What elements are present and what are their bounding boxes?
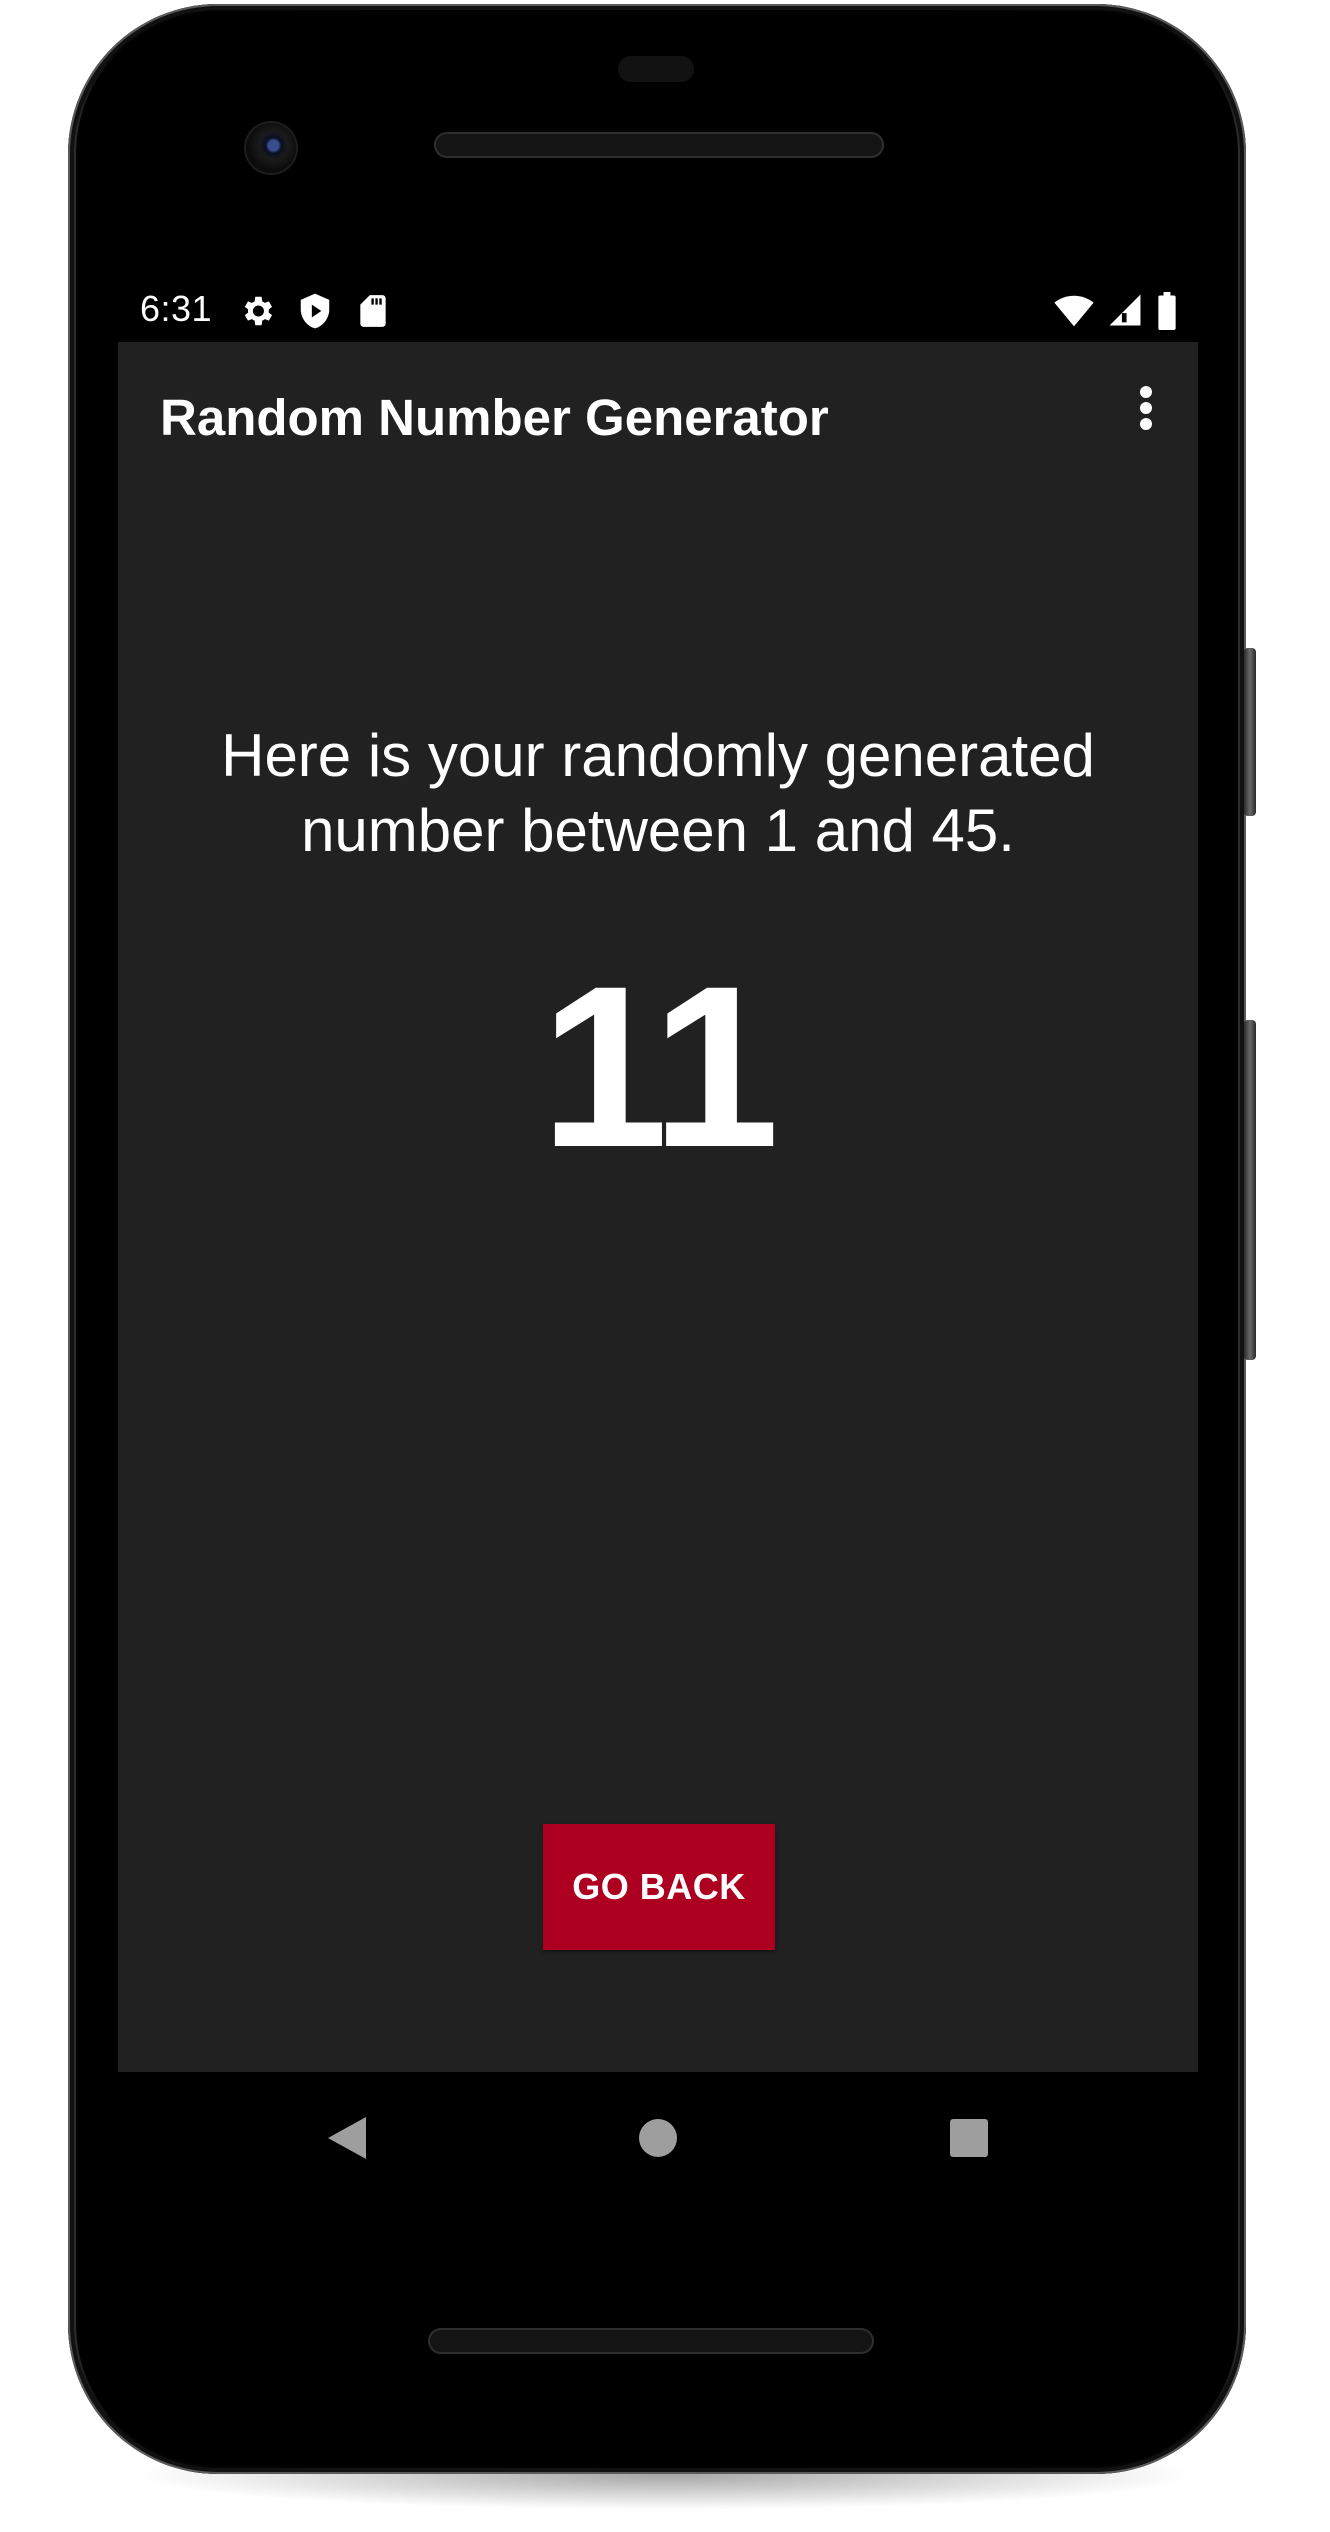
proximity-sensor: [618, 56, 694, 82]
power-button: [1244, 648, 1256, 816]
recents-square-icon: [949, 2118, 989, 2163]
status-time: 6:31: [140, 288, 213, 329]
cell-signal-icon: [1108, 292, 1142, 330]
bottom-speaker-grille: [428, 2328, 874, 2354]
sd-card-icon: [354, 292, 392, 330]
nav-recents-button[interactable]: [941, 2112, 997, 2168]
volume-rocker: [1244, 1020, 1256, 1360]
nav-back-button[interactable]: [319, 2112, 375, 2168]
app-title: Random Number Generator: [160, 389, 829, 446]
shield-icon: [296, 292, 334, 330]
go-back-button[interactable]: GO BACK: [543, 1824, 775, 1950]
system-nav-bar: [118, 2072, 1198, 2202]
status-icons-left: [238, 292, 392, 330]
settings-gear-icon: [238, 292, 276, 330]
back-triangle-icon: [328, 2116, 366, 2164]
status-bar: 6:31: [118, 282, 1198, 340]
overflow-menu-button[interactable]: [1116, 380, 1176, 440]
front-camera: [246, 123, 296, 173]
app-screen: Random Number Generator Here is your ran…: [118, 342, 1198, 2072]
more-vert-icon: [1139, 385, 1153, 436]
home-circle-icon: [638, 2118, 678, 2163]
result-message: Here is your randomly generated number b…: [221, 722, 1095, 864]
random-number-display: 11: [540, 938, 779, 1195]
app-bar: Random Number Generator: [118, 342, 1198, 490]
wifi-icon: [1054, 292, 1094, 330]
status-icons-right: [1054, 292, 1178, 330]
nav-home-button[interactable]: [630, 2112, 686, 2168]
top-speaker-grille: [434, 132, 884, 158]
battery-icon: [1156, 292, 1178, 330]
